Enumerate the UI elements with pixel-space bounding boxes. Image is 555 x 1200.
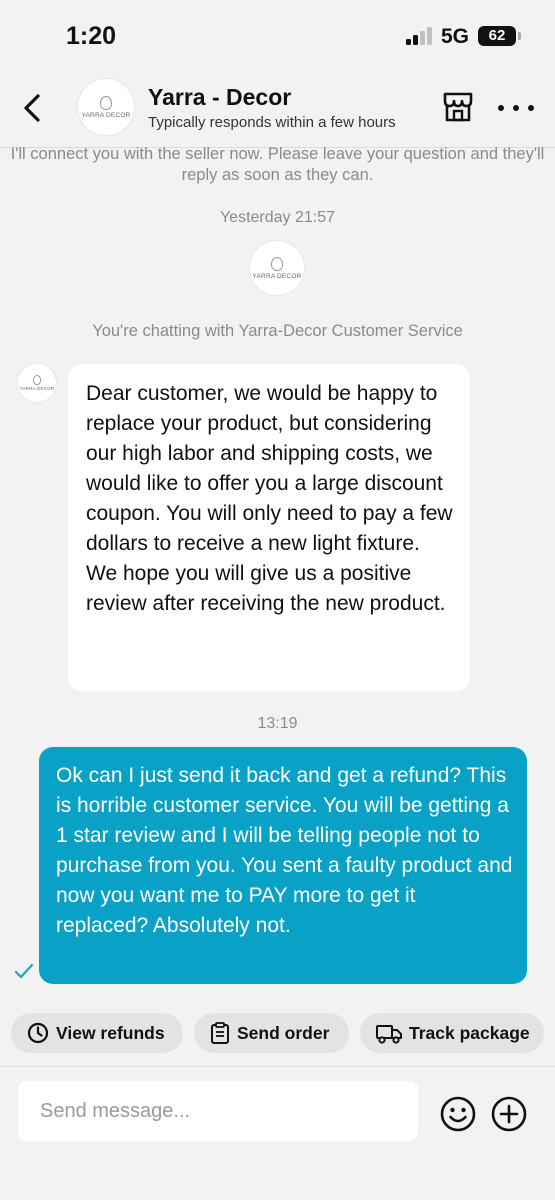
send-order-label: Send order [237, 1022, 330, 1043]
logo-mark [271, 256, 283, 271]
truck-icon [376, 1025, 402, 1044]
store-button[interactable] [441, 90, 475, 124]
plus-icon [491, 1096, 527, 1132]
status-bar: 1:20 5G 62 [0, 0, 555, 70]
battery-nub [518, 32, 521, 40]
track-package-button[interactable]: Track package [360, 1013, 544, 1053]
message-composer [0, 1066, 555, 1200]
message-input[interactable] [18, 1081, 418, 1141]
back-button[interactable] [18, 90, 48, 126]
response-time: Typically responds within a few hours [148, 114, 396, 131]
track-package-label: Track package [409, 1022, 530, 1043]
network-type: 5G [441, 25, 470, 48]
add-attachment-button[interactable] [490, 1095, 528, 1133]
shop-avatar[interactable]: YARRA DECOR [77, 78, 135, 136]
chat-header: YARRA DECOR Yarra - Decor Typically resp… [0, 70, 555, 148]
user-message-bubble[interactable]: Ok can I just send it back and get a ref… [39, 747, 527, 984]
cellular-signal-icon [406, 27, 434, 45]
logo-text: YARRA DECOR [252, 272, 302, 280]
battery-level: 62 [488, 27, 506, 44]
chatting-with-notice: You're chatting with Yarra-Decor Custome… [92, 322, 463, 340]
timestamp: Yesterday 21:57 [219, 209, 336, 226]
store-icon [443, 92, 473, 122]
seller-avatar[interactable]: YARRA DECOR [17, 363, 57, 403]
timestamp: 13:19 [257, 715, 298, 732]
logo-mark [33, 375, 41, 385]
back-arrow-icon [24, 94, 40, 122]
more-options-button[interactable] [498, 96, 534, 120]
logo-text: YARRA DECOR [81, 111, 131, 119]
clipboard-icon [211, 1022, 229, 1044]
logo-mark [100, 95, 112, 110]
emoji-icon [440, 1096, 476, 1132]
more-icon [498, 105, 504, 111]
view-refunds-label: View refunds [56, 1022, 165, 1043]
status-time: 1:20 [66, 22, 117, 50]
service-avatar: YARRA DECOR [249, 240, 305, 296]
emoji-button[interactable] [439, 1095, 477, 1133]
view-refunds-button[interactable]: View refunds [11, 1013, 183, 1053]
shop-name[interactable]: Yarra - Decor [148, 84, 291, 111]
logo-text: YARRA DECOR [19, 386, 55, 391]
send-order-button[interactable]: Send order [194, 1013, 349, 1053]
check-icon [14, 963, 34, 979]
seller-message-bubble[interactable]: Dear customer, we would be happy to repl… [68, 364, 470, 691]
battery-icon: 62 [478, 26, 516, 46]
system-message: I'll connect you with the seller now. Pl… [10, 145, 545, 184]
clock-icon [27, 1022, 49, 1044]
